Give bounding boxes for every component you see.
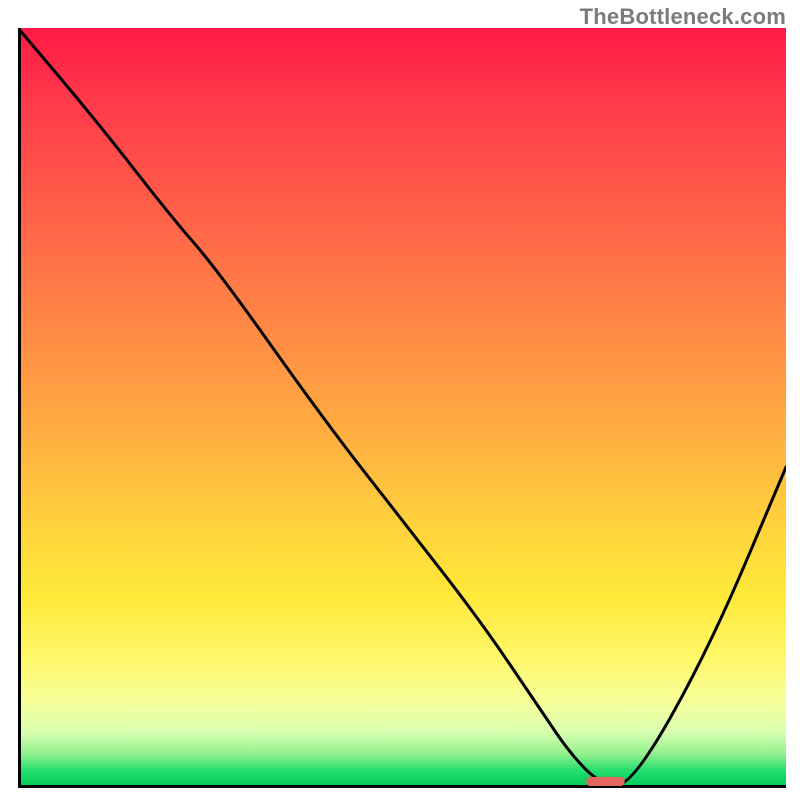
y-axis-line xyxy=(18,28,21,788)
gradient-background xyxy=(18,28,786,785)
plot-area xyxy=(18,28,786,788)
watermark-text: TheBottleneck.com xyxy=(580,4,786,30)
chart-root: TheBottleneck.com xyxy=(0,0,800,800)
x-axis-line xyxy=(18,785,786,788)
